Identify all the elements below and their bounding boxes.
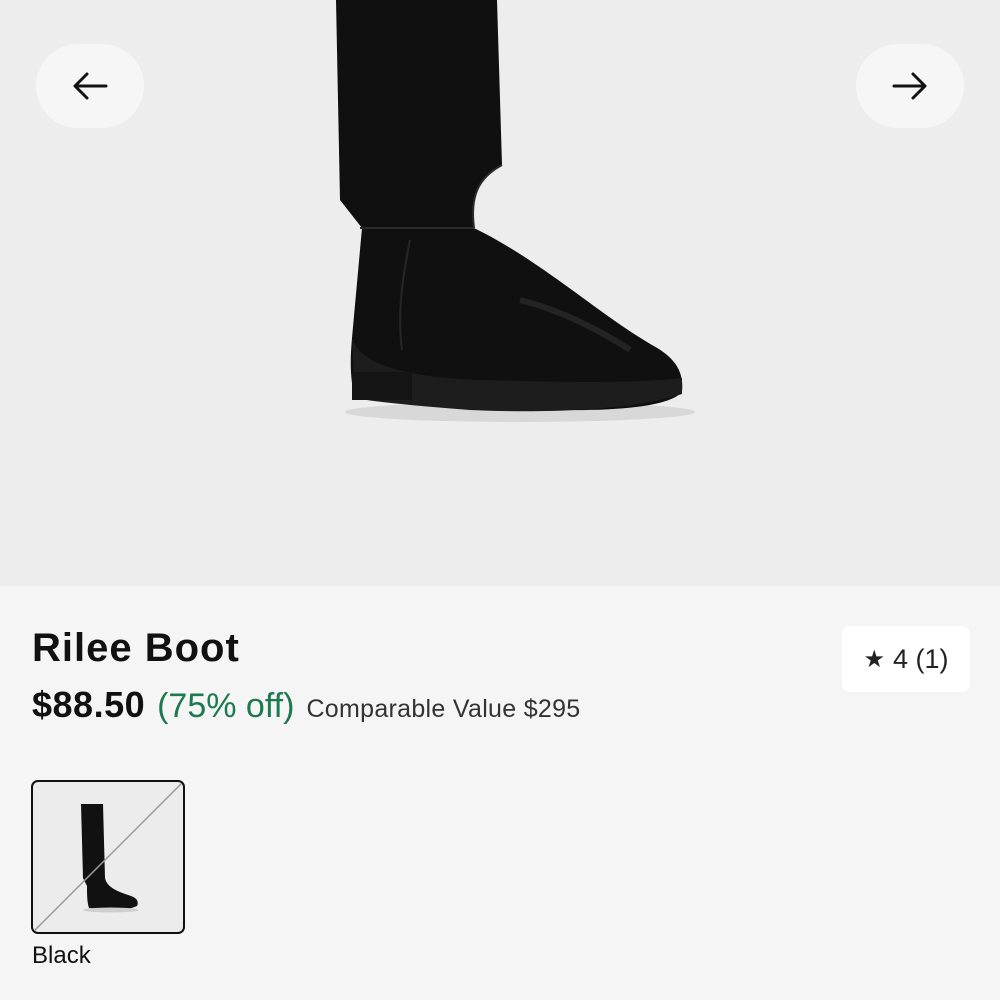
selected-color-label: Black	[32, 942, 91, 969]
previous-image-button[interactable]	[36, 44, 144, 128]
rating-text: 4 (1)	[892, 643, 949, 674]
arrow-right-icon	[892, 72, 927, 100]
color-swatch-black[interactable]	[31, 780, 185, 934]
arrow-left-icon	[73, 72, 108, 100]
discount-percent: (75% off)	[157, 687, 295, 725]
star-icon: ★	[863, 645, 885, 673]
boot-image	[336, 0, 695, 422]
sale-price: $88.50	[32, 684, 146, 725]
comparable-value: Comparable Value $295	[306, 695, 581, 723]
rating-badge[interactable]: ★ 4 (1)	[842, 626, 970, 692]
product-info-panel: Rilee Boot $88.50 (75% off) Comparable V…	[0, 586, 1000, 1000]
next-image-button[interactable]	[856, 44, 964, 128]
boot-thumbnail	[33, 782, 183, 932]
price-row: $88.50 (75% off) Comparable Value $295	[32, 684, 581, 726]
product-title: Rilee Boot	[32, 626, 240, 670]
product-image-gallery	[0, 0, 1000, 586]
